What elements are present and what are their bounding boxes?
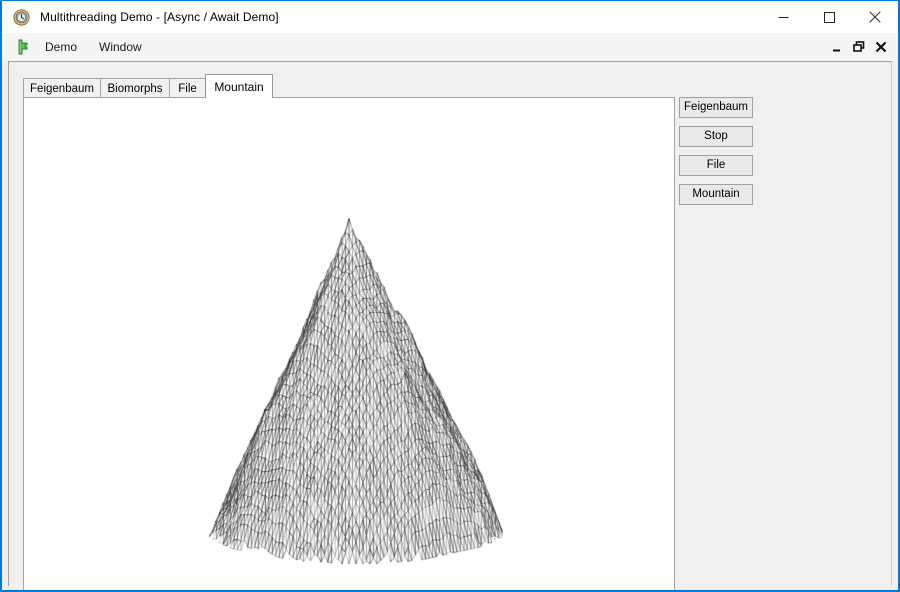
close-icon bbox=[875, 41, 887, 53]
minimize-button[interactable] bbox=[760, 1, 806, 33]
mountain-button[interactable]: Mountain bbox=[679, 184, 753, 205]
maximize-icon bbox=[823, 11, 835, 23]
tab-feigenbaum[interactable]: Feigenbaum bbox=[23, 78, 101, 98]
minimize-icon bbox=[832, 49, 840, 51]
tab-biomorphs[interactable]: Biomorphs bbox=[100, 78, 170, 98]
tab-label: Mountain bbox=[214, 79, 264, 94]
mountain-render[interactable] bbox=[24, 98, 674, 590]
tab-label: Biomorphs bbox=[107, 82, 163, 95]
restore-icon bbox=[853, 41, 865, 52]
title-bar[interactable]: Multithreading Demo - [Async / Await Dem… bbox=[2, 1, 898, 33]
tab-file[interactable]: File bbox=[169, 78, 206, 98]
window-controls bbox=[760, 1, 898, 33]
mdi-child-icon bbox=[15, 39, 31, 55]
button-panel: Feigenbaum Stop File Mountain bbox=[679, 97, 879, 213]
maximize-button[interactable] bbox=[806, 1, 852, 33]
close-icon bbox=[869, 11, 881, 23]
mdi-restore-button[interactable] bbox=[848, 36, 870, 58]
menu-item-window[interactable]: Window bbox=[91, 37, 150, 57]
tab-page-mountain bbox=[23, 97, 675, 590]
mdi-minimize-button[interactable] bbox=[826, 36, 848, 58]
tab-strip: Feigenbaum Biomorphs File Mountain bbox=[23, 74, 673, 98]
mdi-child-controls bbox=[826, 33, 892, 61]
feigenbaum-button[interactable]: Feigenbaum bbox=[679, 97, 753, 118]
menu-bar: Demo Window bbox=[2, 33, 898, 61]
mdi-close-button[interactable] bbox=[870, 36, 892, 58]
stop-button[interactable]: Stop bbox=[679, 126, 753, 147]
mdi-client-area: Feigenbaum Biomorphs File Mountain Feige… bbox=[8, 61, 892, 590]
minimize-icon bbox=[778, 16, 788, 18]
clock-icon bbox=[13, 8, 30, 26]
file-button[interactable]: File bbox=[679, 155, 753, 176]
application-window: Multithreading Demo - [Async / Await Dem… bbox=[0, 0, 900, 592]
window-title: Multithreading Demo - [Async / Await Dem… bbox=[40, 10, 279, 24]
tab-label: File bbox=[178, 82, 197, 95]
tab-mountain[interactable]: Mountain bbox=[205, 74, 273, 98]
menu-item-demo[interactable]: Demo bbox=[37, 37, 85, 57]
close-button[interactable] bbox=[852, 1, 898, 33]
tab-label: Feigenbaum bbox=[30, 82, 94, 95]
